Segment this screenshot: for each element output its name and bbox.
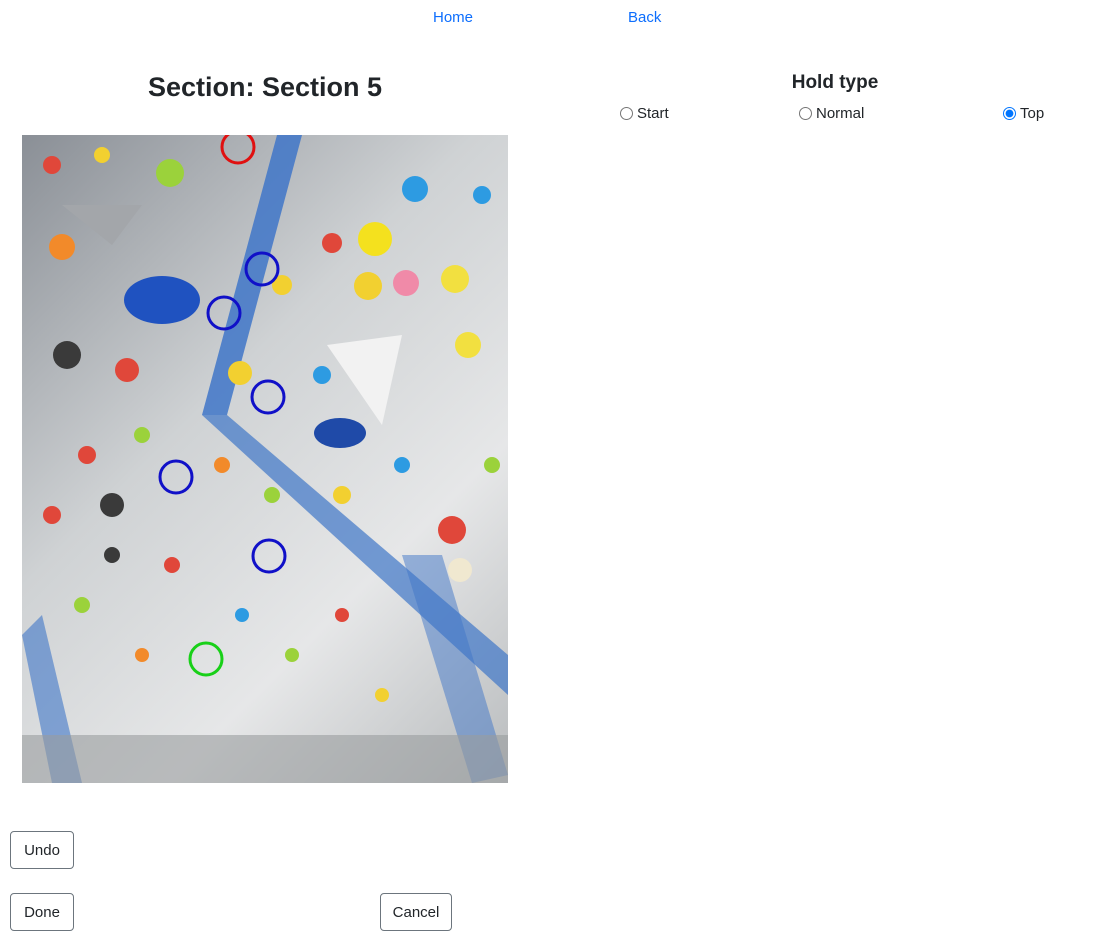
hold-type-start-label: Start — [637, 105, 669, 122]
start-hold-marker[interactable] — [188, 641, 224, 677]
normal-hold-marker[interactable] — [158, 459, 194, 495]
normal-hold-marker[interactable] — [251, 538, 287, 574]
back-link[interactable]: Back — [628, 9, 661, 26]
hold-type-top-label: Top — [1020, 105, 1045, 122]
hold-type-start-radio[interactable] — [620, 107, 633, 120]
top-hold-marker[interactable] — [220, 135, 256, 165]
climbing-wall-image[interactable] — [22, 135, 508, 783]
hold-type-heading: Hold type — [791, 72, 879, 93]
hold-type-normal-option[interactable]: Normal — [799, 105, 864, 122]
hold-type-normal-radio[interactable] — [799, 107, 812, 120]
hold-type-normal-label: Normal — [816, 105, 865, 122]
normal-hold-marker[interactable] — [250, 379, 286, 415]
hold-type-start-option[interactable]: Start — [620, 105, 669, 122]
hold-type-top-option[interactable]: Top — [1003, 105, 1044, 122]
cancel-button[interactable]: Cancel — [380, 893, 452, 931]
home-link[interactable]: Home — [433, 9, 473, 26]
done-button[interactable]: Done — [10, 893, 74, 931]
climbing-wall-canvas[interactable] — [22, 135, 508, 783]
page-title: Section: Section 5 — [147, 72, 383, 102]
hold-type-top-radio[interactable] — [1003, 107, 1016, 120]
undo-button[interactable]: Undo — [10, 831, 74, 869]
